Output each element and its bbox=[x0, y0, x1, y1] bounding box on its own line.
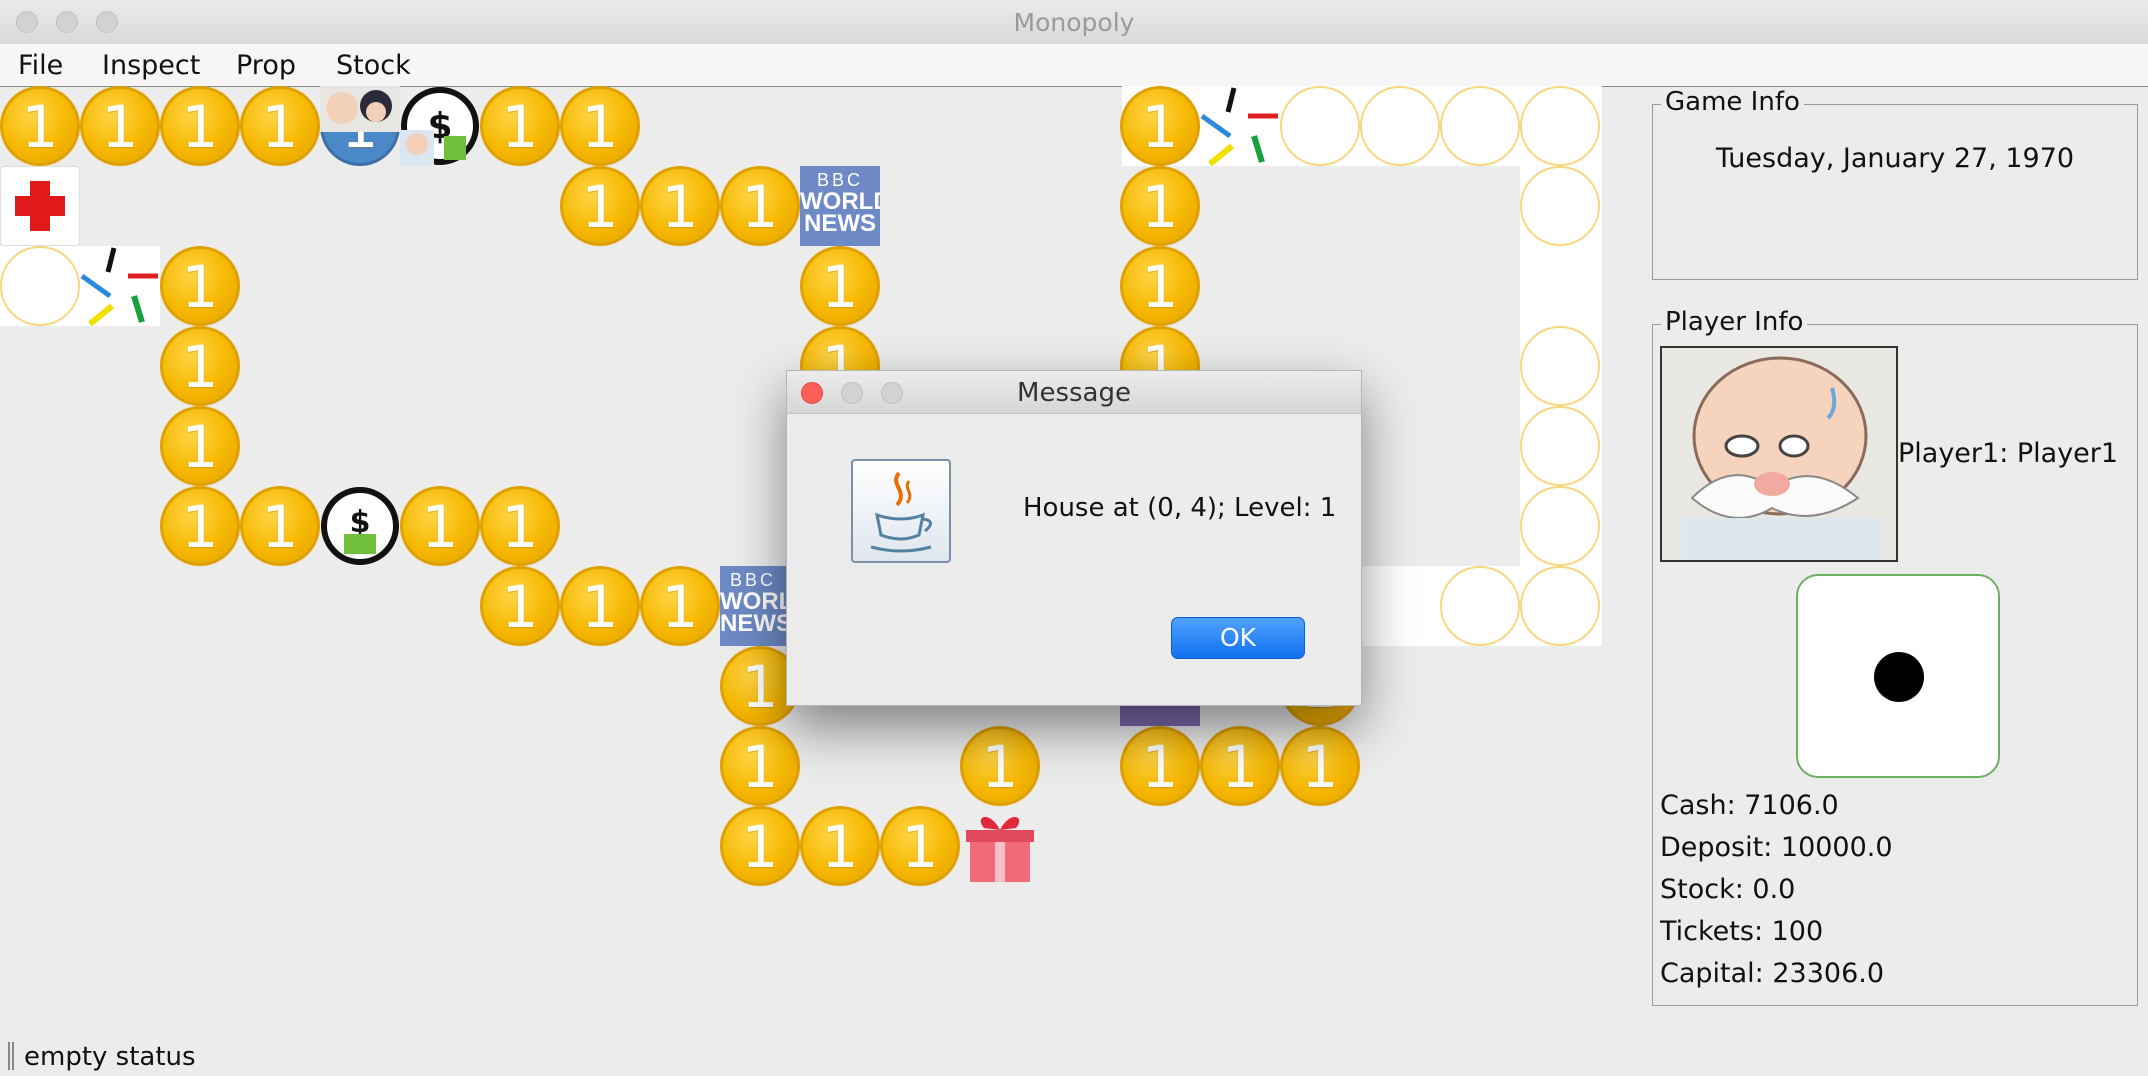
empty-lot-tile[interactable] bbox=[1440, 566, 1520, 646]
bank-dollar-icon: $ bbox=[400, 87, 479, 166]
property-tile[interactable]: 1 bbox=[240, 486, 320, 566]
property-tile[interactable]: 1 bbox=[240, 86, 320, 166]
property-tile[interactable]: 1 bbox=[640, 566, 720, 646]
dialog-message: House at (0, 4); Level: 1 bbox=[1023, 493, 1337, 523]
property-tile[interactable]: 1 bbox=[720, 166, 800, 246]
bank-tile[interactable]: $ bbox=[320, 486, 400, 566]
property-tile[interactable]: 1 bbox=[1120, 246, 1200, 326]
property-tile[interactable]: 1 bbox=[160, 486, 240, 566]
tickets-value: Tickets: 100 bbox=[1660, 916, 1824, 947]
gift-tile[interactable] bbox=[960, 806, 1040, 886]
status-text: empty status bbox=[24, 1042, 196, 1072]
property-tile[interactable]: 1 bbox=[880, 806, 960, 886]
game-info-title: Game Info bbox=[1661, 87, 1804, 117]
sticks-icon bbox=[1200, 87, 1278, 167]
property-tile[interactable]: 1 bbox=[1120, 726, 1200, 806]
empty-lot-tile[interactable] bbox=[1520, 566, 1600, 646]
empty-lot-tile[interactable] bbox=[1520, 166, 1600, 246]
game-info-panel: Game Info Tuesday, January 27, 1970 bbox=[1652, 87, 2138, 280]
java-icon bbox=[851, 459, 951, 563]
gift-box-icon bbox=[966, 816, 1034, 882]
deposit-value: Deposit: 10000.0 bbox=[1660, 832, 1893, 863]
empty-lot-tile[interactable] bbox=[1520, 86, 1600, 166]
property-tile[interactable]: 1 bbox=[560, 86, 640, 166]
dice[interactable] bbox=[1796, 574, 2000, 778]
property-tile[interactable]: 1 bbox=[640, 166, 720, 246]
property-tile[interactable]: 1 bbox=[160, 326, 240, 406]
message-dialog: Message House at (0, 4); Level: 1 OK bbox=[786, 370, 1362, 706]
red-cross-icon bbox=[15, 181, 65, 231]
menu-file[interactable]: File bbox=[18, 50, 63, 81]
empty-lot-tile[interactable] bbox=[1280, 86, 1360, 166]
player-avatar bbox=[1660, 346, 1898, 562]
property-tile[interactable]: 1 bbox=[560, 566, 640, 646]
status-bar: empty status bbox=[0, 1036, 2148, 1076]
bank-tile[interactable]: $ bbox=[400, 86, 480, 166]
capital-value: Capital: 23306.0 bbox=[1660, 958, 1885, 989]
property-tile[interactable]: 1 bbox=[720, 726, 800, 806]
news-tile-label: NEWS bbox=[720, 610, 786, 637]
property-tile[interactable]: 1 bbox=[0, 86, 80, 166]
property-tile[interactable]: 1 bbox=[480, 566, 560, 646]
hospital-tile[interactable] bbox=[0, 166, 80, 246]
property-tile[interactable]: 1 bbox=[160, 406, 240, 486]
dialog-title: Message bbox=[1017, 378, 1131, 408]
property-tile[interactable]: 1 bbox=[160, 86, 240, 166]
property-tile[interactable]: 1 bbox=[1120, 86, 1200, 166]
property-tile[interactable]: 1 bbox=[480, 86, 560, 166]
player-info-title: Player Info bbox=[1661, 307, 1808, 337]
java-cup-icon bbox=[870, 471, 932, 553]
empty-lot-tile[interactable] bbox=[1520, 406, 1600, 486]
ok-button[interactable]: OK bbox=[1171, 617, 1305, 659]
property-tile[interactable]: 1 bbox=[720, 806, 800, 886]
lottery-tile[interactable] bbox=[1200, 86, 1280, 167]
property-tile[interactable]: 1 bbox=[960, 726, 1040, 806]
empty-lot-tile[interactable] bbox=[1520, 326, 1600, 406]
old-man-avatar-icon bbox=[1662, 348, 1896, 560]
player-avatar-icon bbox=[320, 86, 400, 132]
empty-lot-tile[interactable] bbox=[1360, 86, 1440, 166]
player-name: Player1: Player1 bbox=[1898, 438, 2119, 469]
empty-lot-tile[interactable] bbox=[1520, 486, 1600, 566]
player-tokens-tile[interactable]: 1 bbox=[320, 86, 400, 166]
property-tile[interactable]: 1 bbox=[1120, 166, 1200, 246]
bank-dollar-icon: $ bbox=[321, 487, 399, 565]
property-tile[interactable]: 1 bbox=[560, 166, 640, 246]
property-tile[interactable]: 1 bbox=[800, 806, 880, 886]
window-title: Monopoly bbox=[1013, 8, 1135, 37]
menu-bar: File Inspect Prop Stock bbox=[0, 44, 2148, 87]
lottery-tile[interactable] bbox=[80, 246, 160, 327]
empty-lot-tile[interactable] bbox=[1440, 86, 1520, 166]
dice-pip bbox=[1874, 652, 1924, 702]
empty-lot-tile[interactable] bbox=[0, 246, 80, 326]
cash-value: Cash: 7106.0 bbox=[1660, 790, 1839, 821]
news-tile[interactable]: BBC WORLD NEWS bbox=[800, 166, 880, 246]
menu-stock[interactable]: Stock bbox=[336, 50, 411, 81]
property-tile[interactable]: 1 bbox=[1280, 726, 1360, 806]
property-tile[interactable]: 1 bbox=[1200, 726, 1280, 806]
dialog-titlebar: Message bbox=[787, 371, 1361, 414]
stock-value: Stock: 0.0 bbox=[1660, 874, 1796, 905]
menu-inspect[interactable]: Inspect bbox=[102, 50, 200, 81]
property-tile[interactable]: 1 bbox=[800, 246, 880, 326]
property-tile[interactable]: 1 bbox=[400, 486, 480, 566]
game-date: Tuesday, January 27, 1970 bbox=[1715, 143, 2075, 174]
news-tile[interactable]: BBC WORLD NEWS bbox=[720, 566, 786, 646]
news-tile-label: NEWS bbox=[804, 210, 876, 237]
property-tile[interactable]: 1 bbox=[160, 246, 240, 326]
status-grip bbox=[8, 1042, 14, 1070]
window-titlebar: Monopoly bbox=[0, 0, 2148, 45]
menu-prop[interactable]: Prop bbox=[236, 50, 296, 81]
property-tile[interactable]: 1 bbox=[80, 86, 160, 166]
property-tile[interactable]: 1 bbox=[480, 486, 560, 566]
sticks-icon bbox=[80, 247, 158, 327]
